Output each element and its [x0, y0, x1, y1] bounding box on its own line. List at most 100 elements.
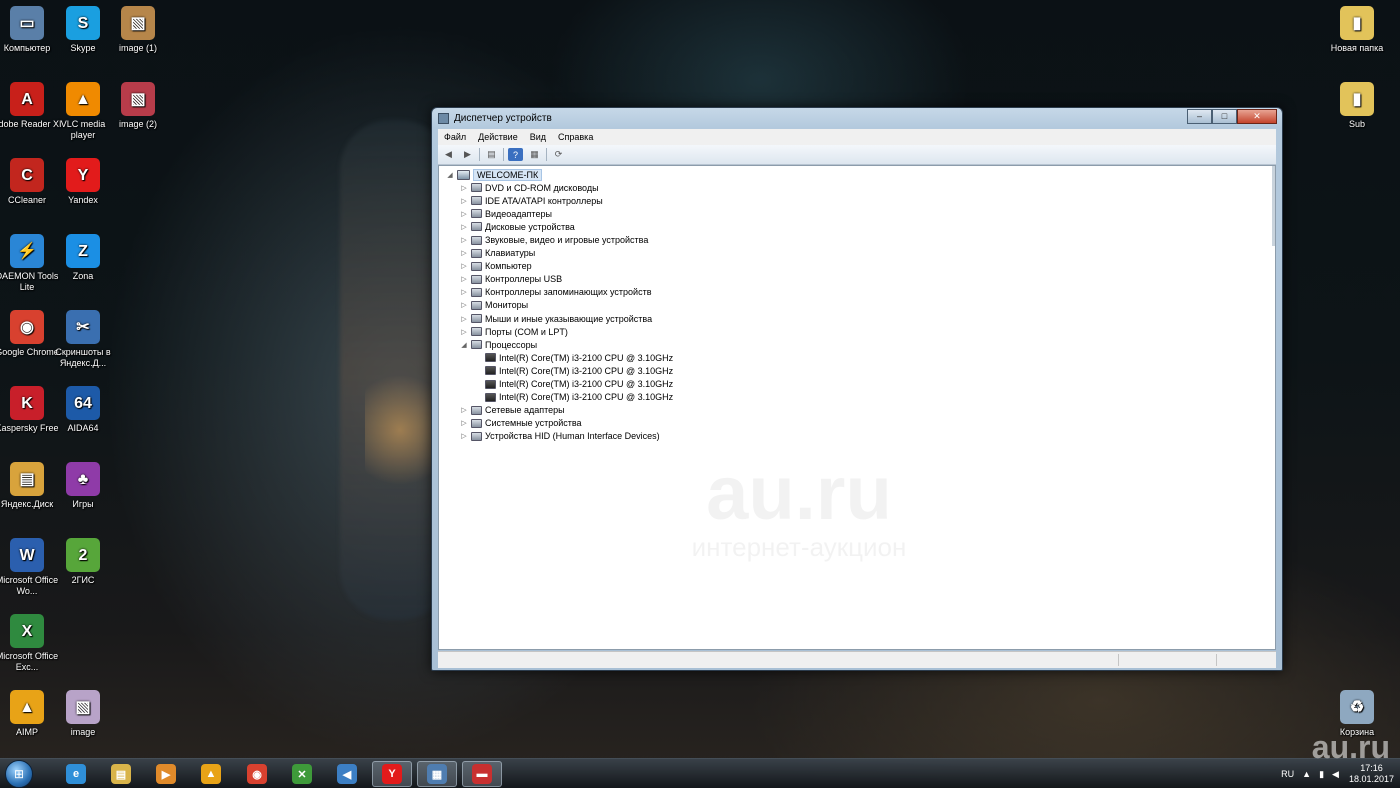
- expand-arrow-icon[interactable]: ▷: [459, 223, 469, 231]
- menu-action[interactable]: Действие: [472, 132, 524, 142]
- device-category[interactable]: ▷ Системные устройства: [445, 417, 673, 430]
- network-icon[interactable]: ▮: [1319, 769, 1324, 780]
- expand-arrow-icon[interactable]: ▷: [459, 301, 469, 309]
- desktop-shortcut[interactable]: ▧ image (1): [103, 6, 173, 54]
- desktop-shortcut[interactable]: ✂ Скриншоты в Яндекс.Д...: [48, 310, 118, 369]
- aimp-icon: ▲: [201, 764, 221, 784]
- start-button[interactable]: ⊞: [5, 760, 33, 788]
- device-category[interactable]: ▷ Контроллеры USB: [445, 273, 673, 286]
- expand-arrow-icon[interactable]: ▷: [459, 315, 469, 323]
- view-icon[interactable]: ▦: [527, 148, 542, 161]
- desktop-shortcut-label: image (1): [118, 43, 157, 53]
- tree-root[interactable]: ◢ WELCOME-ПК: [445, 168, 673, 181]
- device-label: Intel(R) Core(TM) i3-2100 CPU @ 3.10GHz: [499, 392, 674, 403]
- device-item[interactable]: Intel(R) Core(TM) i3-2100 CPU @ 3.10GHz: [445, 364, 673, 377]
- device-category[interactable]: ▷ Компьютер: [445, 260, 673, 273]
- clock[interactable]: 17:16 18.01.2017: [1349, 763, 1394, 785]
- expand-arrow-icon[interactable]: ▷: [459, 419, 469, 427]
- device-manager-window[interactable]: Диспетчер устройств ‒ □ ✕ Файл Действие …: [431, 107, 1283, 671]
- expand-arrow-icon[interactable]: ▷: [459, 184, 469, 192]
- close-button[interactable]: ✕: [1237, 109, 1277, 124]
- desktop-shortcut[interactable]: 2 2ГИС: [48, 538, 118, 586]
- help-icon[interactable]: ?: [508, 148, 523, 161]
- language-indicator[interactable]: RU: [1281, 769, 1294, 779]
- scrollbar[interactable]: [1272, 166, 1275, 246]
- menu-view[interactable]: Вид: [524, 132, 552, 142]
- taskbar-button[interactable]: ▦: [417, 761, 457, 787]
- taskbar-button[interactable]: ◉: [237, 761, 277, 787]
- device-category[interactable]: ▷ Устройства HID (Human Interface Devices…: [445, 430, 673, 443]
- taskbar-button[interactable]: ▶: [146, 761, 186, 787]
- device-category[interactable]: ▷ Мыши и иные указывающие устройства: [445, 312, 673, 325]
- toolbar-separator: [546, 148, 547, 161]
- desktop-shortcut[interactable]: ▮ Sub: [1322, 82, 1392, 130]
- desktop-shortcut[interactable]: ♣ Игры: [48, 462, 118, 510]
- menu-file[interactable]: Файл: [438, 132, 472, 142]
- desktop-shortcut[interactable]: Y Yandex: [48, 158, 118, 206]
- device-category[interactable]: ▷ Контроллеры запоминающих устройств: [445, 286, 673, 299]
- desktop-shortcut[interactable]: ▧ image: [48, 690, 118, 738]
- minimize-button[interactable]: ‒: [1187, 109, 1212, 124]
- expand-arrow-icon[interactable]: ▷: [459, 210, 469, 218]
- expand-arrow-icon[interactable]: ▷: [459, 275, 469, 283]
- properties-icon[interactable]: ▤: [484, 148, 499, 161]
- device-category[interactable]: ▷ Порты (COM и LPT): [445, 325, 673, 338]
- device-item[interactable]: Intel(R) Core(TM) i3-2100 CPU @ 3.10GHz: [445, 378, 673, 391]
- volume-icon[interactable]: ◀: [1332, 769, 1339, 780]
- processor-icon: [485, 353, 496, 363]
- device-category[interactable]: ▷ IDE ATA/ATAPI контроллеры: [445, 194, 673, 207]
- device-category[interactable]: ◢ Процессоры: [445, 338, 673, 351]
- desktop-shortcut[interactable]: ▮ Новая папка: [1322, 6, 1392, 54]
- device-category[interactable]: ▷ Дисковые устройства: [445, 220, 673, 233]
- device-category-icon: [471, 300, 482, 310]
- toolbar-separator: [479, 148, 480, 161]
- device-category[interactable]: ▷ DVD и CD-ROM дисководы: [445, 181, 673, 194]
- device-category[interactable]: ▷ Видеоадаптеры: [445, 207, 673, 220]
- toolbar: ◀ ▶ ▤ ? ▦ ⟳: [438, 145, 1276, 165]
- desktop-shortcut[interactable]: ▧ image (2): [103, 82, 173, 130]
- desktop-shortcut[interactable]: 64 AIDA64: [48, 386, 118, 434]
- menu-help[interactable]: Справка: [552, 132, 599, 142]
- taskbar-button[interactable]: ◀: [327, 761, 367, 787]
- device-item[interactable]: Intel(R) Core(TM) i3-2100 CPU @ 3.10GHz: [445, 351, 673, 364]
- expand-arrow-icon[interactable]: ▷: [459, 236, 469, 244]
- taskbar-button[interactable]: Y: [372, 761, 412, 787]
- expand-arrow-icon[interactable]: ▷: [459, 288, 469, 296]
- taskbar-button[interactable]: e: [56, 761, 96, 787]
- device-label: Intel(R) Core(TM) i3-2100 CPU @ 3.10GHz: [499, 365, 674, 376]
- expand-arrow-icon[interactable]: ▷: [459, 406, 469, 414]
- back-icon[interactable]: ◀: [441, 148, 456, 161]
- expand-arrow-icon[interactable]: ▷: [459, 197, 469, 205]
- forward-icon[interactable]: ▶: [460, 148, 475, 161]
- desktop-shortcut[interactable]: X Microsoft Office Exc...: [0, 614, 62, 673]
- device-category[interactable]: ▷ Мониторы: [445, 299, 673, 312]
- taskbar-button[interactable]: ▤: [101, 761, 141, 787]
- collapse-arrow-icon[interactable]: ◢: [445, 171, 455, 179]
- desktop-shortcut-label: Sub: [1348, 119, 1365, 129]
- maximize-button[interactable]: □: [1212, 109, 1237, 124]
- scan-hardware-icon[interactable]: ⟳: [551, 148, 566, 161]
- device-label: Порты (COM и LPT): [485, 326, 568, 337]
- expand-arrow-icon[interactable]: ▷: [459, 328, 469, 336]
- expand-arrow-icon[interactable]: ▷: [459, 262, 469, 270]
- expand-arrow-icon[interactable]: ▷: [459, 249, 469, 257]
- desktop-shortcut[interactable]: Z Zona: [48, 234, 118, 282]
- window-controls: ‒ □ ✕: [1187, 109, 1277, 124]
- show-hidden-icons[interactable]: ▲: [1302, 769, 1311, 779]
- device-label: Контроллеры запоминающих устройств: [485, 287, 652, 298]
- device-tree-panel[interactable]: ◢ WELCOME-ПК ▷ DVD и CD-ROM дисководы ▷ IDE…: [438, 165, 1276, 650]
- collapse-arrow-icon[interactable]: ◢: [459, 341, 469, 349]
- title-bar[interactable]: Диспетчер устройств: [432, 108, 1282, 128]
- processor-icon: [485, 392, 496, 402]
- taskbar-button[interactable]: ✕: [282, 761, 322, 787]
- device-category[interactable]: ▷ Звуковые, видео и игровые устройства: [445, 233, 673, 246]
- taskbar-button[interactable]: ▬: [462, 761, 502, 787]
- device-category[interactable]: ▷ Клавиатуры: [445, 247, 673, 260]
- desktop-shortcut-label: Скриншоты в Яндекс.Д...: [55, 347, 111, 368]
- device-category-icon: [471, 196, 482, 206]
- expand-arrow-icon[interactable]: ▷: [459, 432, 469, 440]
- device-item[interactable]: Intel(R) Core(TM) i3-2100 CPU @ 3.10GHz: [445, 391, 673, 404]
- taskbar-button[interactable]: ▲: [191, 761, 231, 787]
- device-category[interactable]: ▷ Сетевые адаптеры: [445, 404, 673, 417]
- device-label: IDE ATA/ATAPI контроллеры: [485, 195, 603, 206]
